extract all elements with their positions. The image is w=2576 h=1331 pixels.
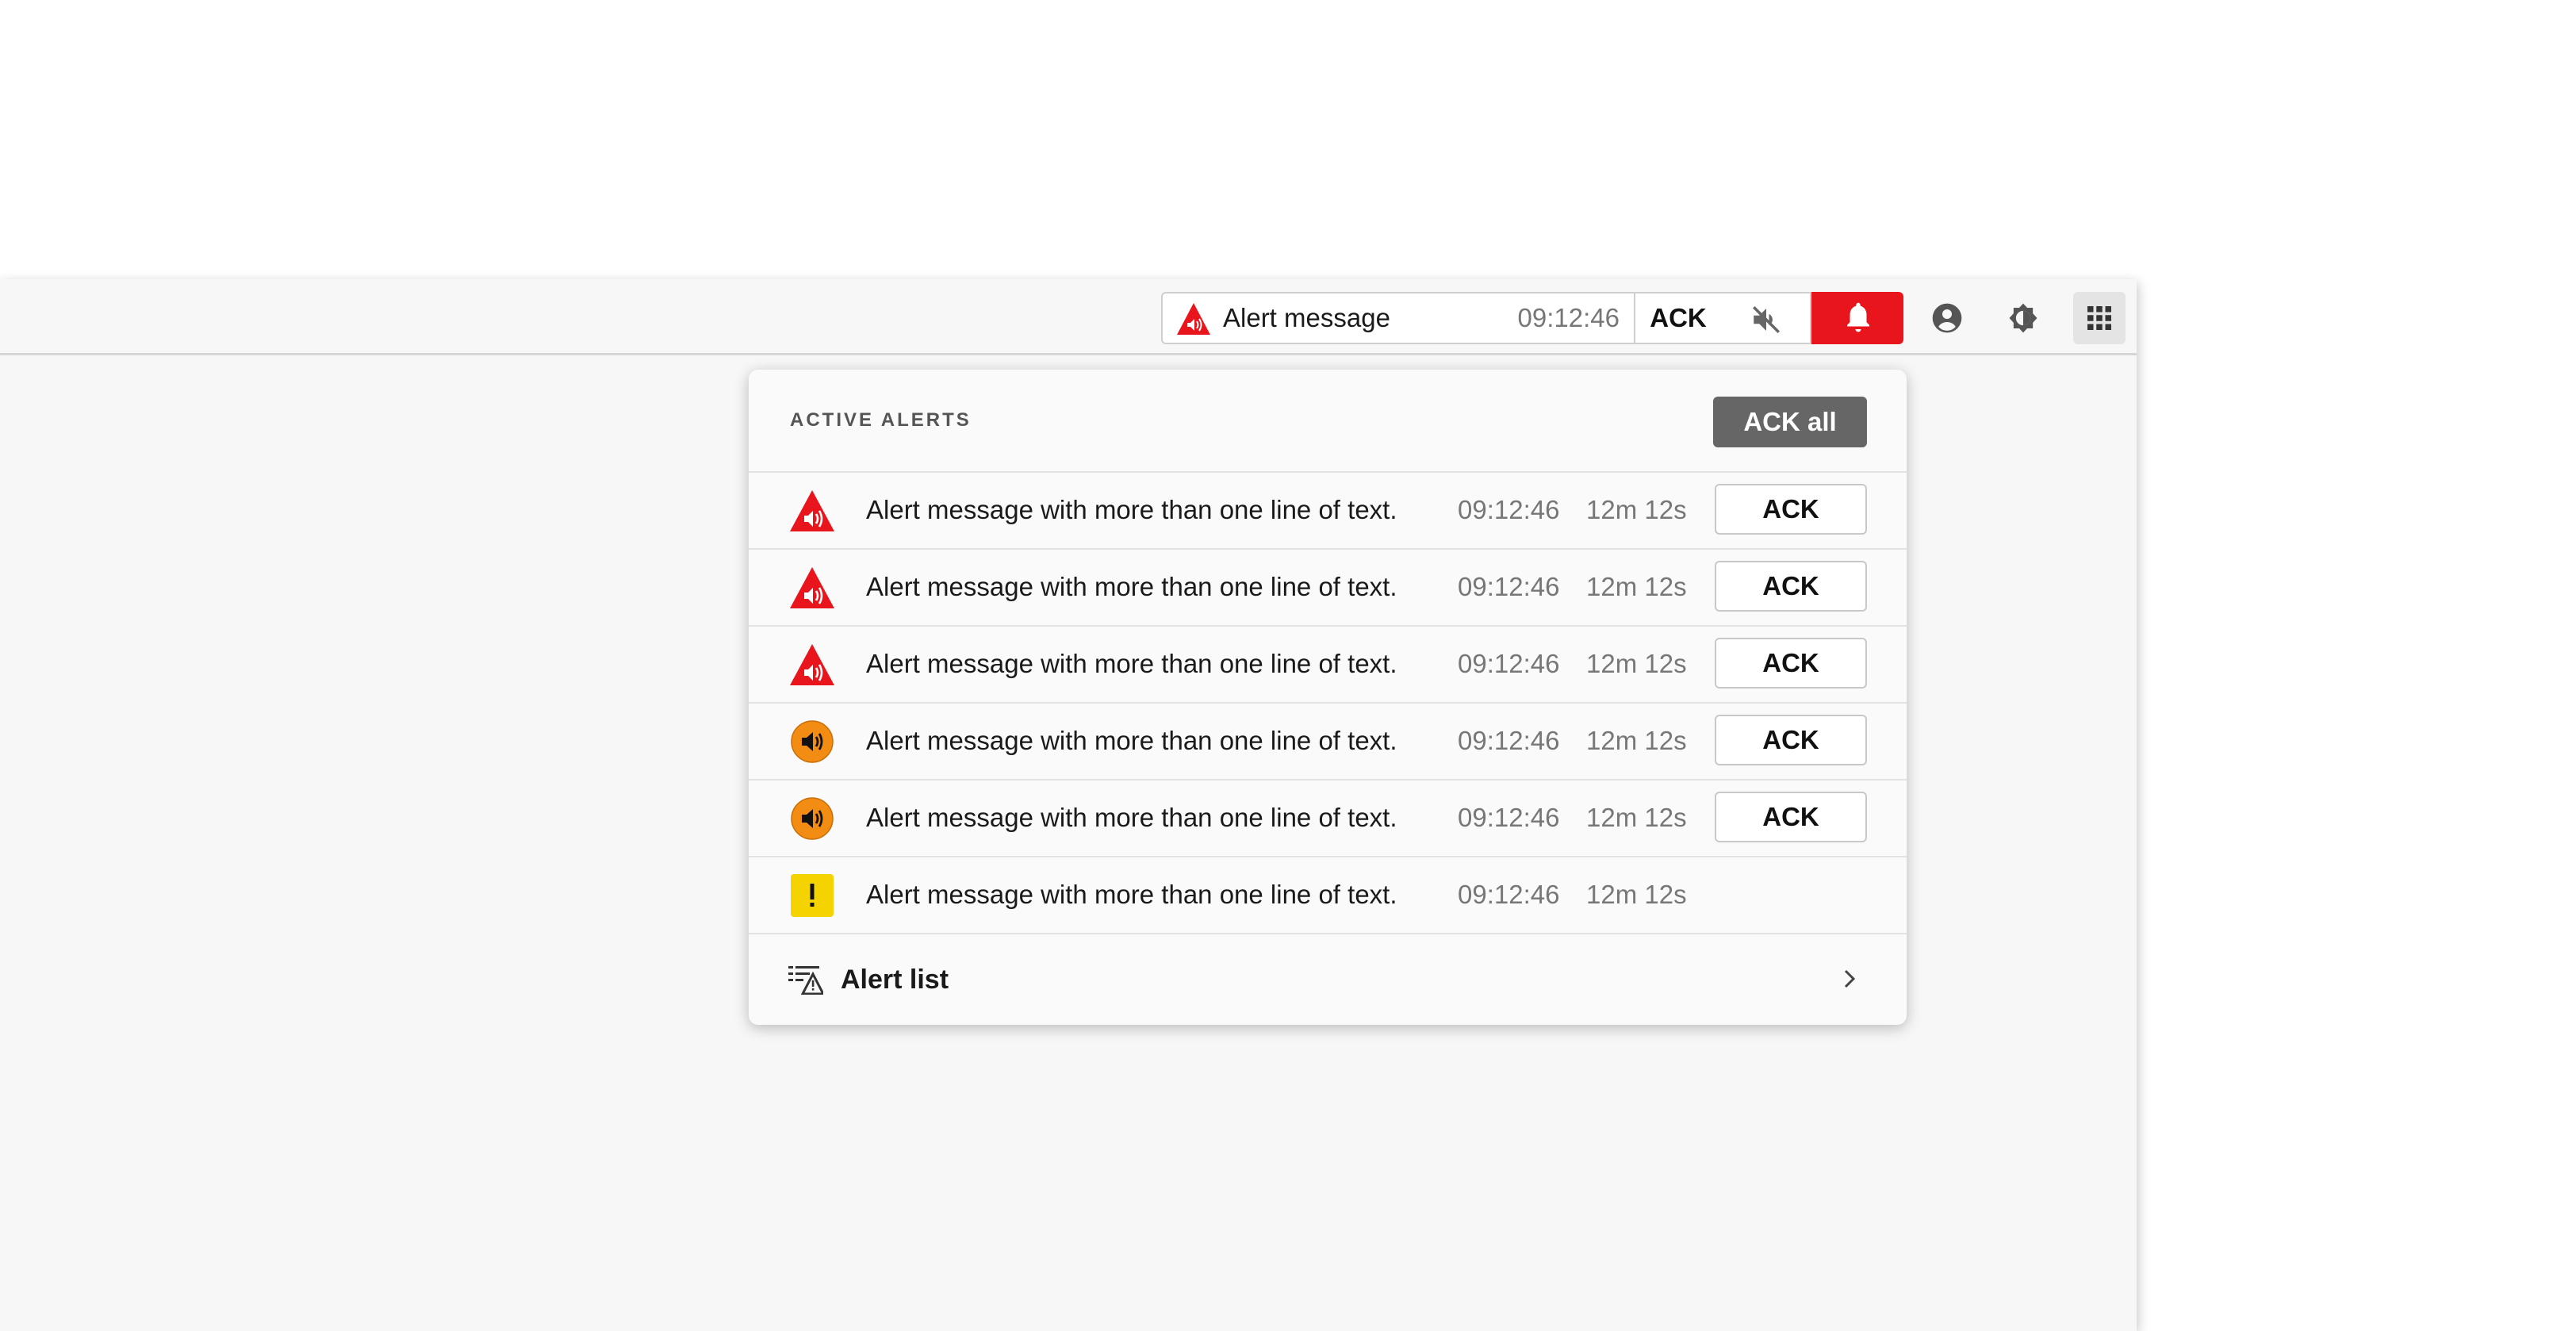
alert-message: Alert message with more than one line of… xyxy=(866,803,1397,832)
alert-list-label: Alert list xyxy=(841,965,949,995)
panel-title: ACTIVE ALERTS xyxy=(790,409,972,431)
ack-button[interactable]: ACK xyxy=(1715,484,1867,535)
alert-time: 09:12:46 xyxy=(1458,803,1560,832)
alert-message: Alert message with more than one line of… xyxy=(866,880,1397,909)
alert-message: Alert message with more than one line of… xyxy=(866,572,1397,601)
alert-duration: 12m 12s xyxy=(1586,803,1687,832)
top-bar: Alert message 09:12:46 ACK xyxy=(0,279,2137,355)
alert-time: 09:12:46 xyxy=(1458,649,1560,678)
alert-duration: 12m 12s xyxy=(1586,880,1687,909)
alert-message: Alert message with more than one line of… xyxy=(866,495,1397,524)
active-alerts-panel: ACTIVE ALERTS ACK all Alert message with… xyxy=(749,370,1907,1025)
alert-duration: 12m 12s xyxy=(1586,726,1687,755)
alert-time: 09:12:46 xyxy=(1458,572,1560,601)
alert-message: Alert message with more than one line of… xyxy=(866,726,1397,755)
alert-row: Alert message with more than one line of… xyxy=(749,473,1907,550)
theme-button[interactable] xyxy=(1997,292,2049,344)
alert-bar: Alert message 09:12:46 ACK xyxy=(1161,292,2126,344)
chevron-right-icon xyxy=(1844,969,1856,988)
ack-all-button[interactable]: ACK all xyxy=(1713,397,1867,447)
alert-duration: 12m 12s xyxy=(1586,649,1687,678)
alert-bar-ack-button[interactable]: ACK xyxy=(1634,292,1723,344)
alert-time: 09:12:46 xyxy=(1458,880,1560,909)
alert-duration: 12m 12s xyxy=(1586,495,1687,524)
alert-time: 09:12:46 xyxy=(1458,495,1560,524)
caution-square-exclamation-icon xyxy=(791,874,834,917)
alert-list-link[interactable]: Alert list xyxy=(749,934,1907,1025)
alarm-triangle-speaker-icon xyxy=(1177,303,1210,335)
alerts-bell-button[interactable] xyxy=(1811,292,1903,344)
apps-button[interactable] xyxy=(2073,292,2126,344)
alarm-triangle-speaker-icon xyxy=(790,490,834,531)
alert-row: Alert message with more than one line of… xyxy=(749,857,1907,934)
alarm-triangle-speaker-icon xyxy=(790,644,834,685)
bell-icon xyxy=(1847,302,1869,332)
alert-row: Alert message with more than one line of… xyxy=(749,627,1907,704)
user-button[interactable] xyxy=(1921,292,1973,344)
account-circle-icon xyxy=(1932,303,1962,333)
panel-header: ACTIVE ALERTS ACK all xyxy=(749,370,1907,473)
mute-button[interactable] xyxy=(1721,292,1811,344)
alert-message: Alert message with more than one line of… xyxy=(866,649,1397,678)
ack-button[interactable]: ACK xyxy=(1715,715,1867,765)
alarm-triangle-speaker-icon xyxy=(790,567,834,608)
volume-off-icon xyxy=(1753,306,1780,333)
alert-bar-message[interactable]: Alert message 09:12:46 xyxy=(1161,292,1634,344)
alert-duration: 12m 12s xyxy=(1586,572,1687,601)
warning-circle-speaker-icon xyxy=(791,797,834,840)
alert-row: Alert message with more than one line of… xyxy=(749,550,1907,627)
ack-button[interactable]: ACK xyxy=(1715,792,1867,842)
alert-bar-text: Alert message xyxy=(1223,303,1390,332)
alert-row: Alert message with more than one line of… xyxy=(749,704,1907,781)
alert-list-icon xyxy=(788,966,823,995)
ack-button[interactable]: ACK xyxy=(1715,638,1867,689)
ack-button[interactable]: ACK xyxy=(1715,561,1867,612)
alert-time: 09:12:46 xyxy=(1458,726,1560,755)
brightness-icon xyxy=(2009,303,2037,333)
warning-circle-speaker-icon xyxy=(791,720,834,763)
alert-bar-time: 09:12:46 xyxy=(1517,303,1620,332)
apps-grid-icon xyxy=(2087,306,2111,330)
alert-row: Alert message with more than one line of… xyxy=(749,781,1907,857)
